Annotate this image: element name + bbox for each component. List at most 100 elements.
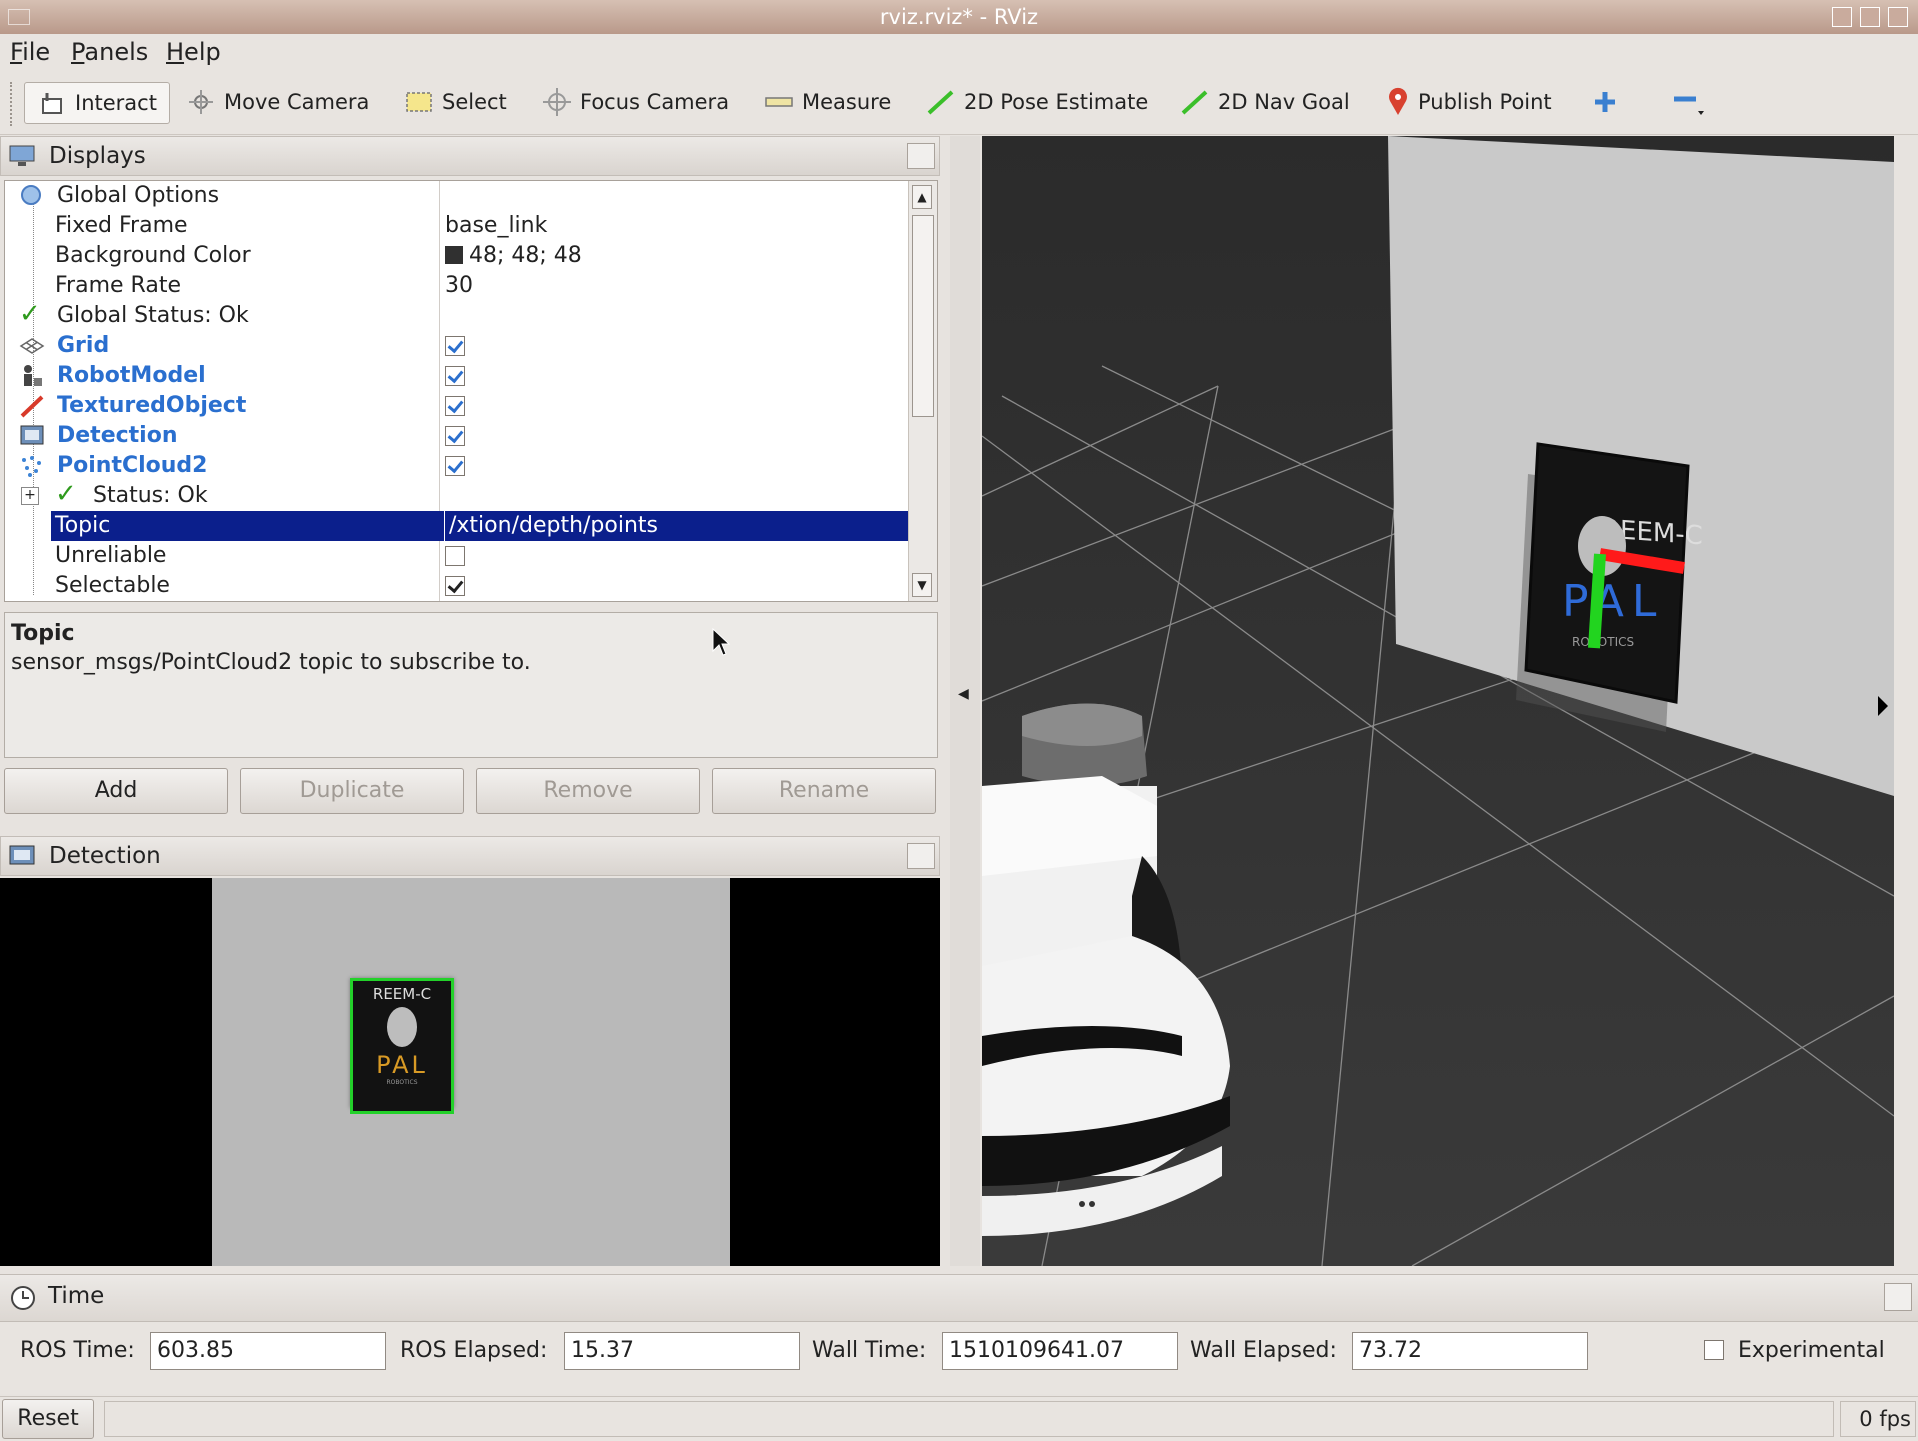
- poster-3d-sub: ROBOTICS: [1572, 635, 1634, 649]
- tree-row-robot-model[interactable]: RobotModel: [5, 361, 905, 391]
- detection-checkbox[interactable]: [445, 426, 465, 446]
- detection-panel-header: Detection: [0, 836, 940, 876]
- image-icon: [20, 425, 44, 445]
- tree-row-status-ok[interactable]: + ✓ Status: Ok: [5, 479, 905, 511]
- green-arrow-icon: [927, 90, 954, 115]
- publish-point-tool[interactable]: Publish Point: [1386, 82, 1552, 122]
- description-text: sensor_msgs/PointCloud2 topic to subscri…: [11, 650, 531, 675]
- pose-estimate-tool[interactable]: 2D Pose Estimate: [926, 82, 1148, 122]
- select-icon: [406, 92, 432, 112]
- reset-button[interactable]: Reset: [2, 1399, 94, 1439]
- focus-camera-tool[interactable]: Focus Camera: [542, 82, 729, 122]
- panel-float-button[interactable]: [1884, 1283, 1912, 1311]
- duplicate-button[interactable]: Duplicate: [240, 768, 464, 814]
- detection-panel-title: Detection: [49, 843, 161, 869]
- displays-tree[interactable]: Global Options Fixed Frame base_link Bac…: [4, 180, 938, 602]
- time-panel: Time ROS Time: 603.85 ROS Elapsed: 15.37…: [0, 1274, 1918, 1394]
- menu-help[interactable]: Help: [166, 38, 221, 66]
- property-description: Topic sensor_msgs/PointCloud2 topic to s…: [4, 612, 938, 758]
- ros-time-field[interactable]: 603.85: [150, 1332, 386, 1370]
- scroll-up-arrow[interactable]: ▲: [912, 185, 932, 209]
- title-bar: rviz.rviz* - RViz: [0, 0, 1918, 34]
- expand-icon[interactable]: +: [21, 487, 39, 505]
- measure-tool[interactable]: Measure: [764, 82, 891, 122]
- app-icon: [8, 9, 30, 25]
- tree-row-global-options[interactable]: Global Options: [5, 181, 905, 211]
- 3d-scene: REEM-C PAL ROBOTICS: [982, 136, 1894, 1266]
- displays-panel-header: Displays: [0, 136, 940, 176]
- toolbar-grip[interactable]: [10, 82, 16, 126]
- image-icon: [9, 845, 35, 865]
- move-camera-tool[interactable]: Move Camera: [186, 82, 369, 122]
- nav-goal-tool[interactable]: 2D Nav Goal: [1180, 82, 1350, 122]
- tree-row-detection[interactable]: Detection: [5, 421, 905, 451]
- ros-elapsed-label: ROS Elapsed:: [400, 1338, 548, 1363]
- rename-button[interactable]: Rename: [712, 768, 936, 814]
- unreliable-checkbox[interactable]: [445, 546, 465, 566]
- grid-checkbox[interactable]: [445, 336, 465, 356]
- mouse-cursor-icon: [712, 627, 731, 656]
- tree-row-global-status[interactable]: ✓ Global Status: Ok: [5, 299, 905, 331]
- robot-face-image: [387, 1007, 417, 1047]
- fps-indicator: 0 fps: [1840, 1401, 1916, 1437]
- background-color-value[interactable]: 48; 48; 48: [445, 241, 582, 271]
- detection-image-view[interactable]: REEM-C PAL ROBOTICS: [0, 878, 940, 1266]
- interact-tool[interactable]: Interact: [24, 82, 170, 124]
- tree-row-unreliable[interactable]: Unreliable: [5, 541, 905, 571]
- add-tool-button[interactable]: [1590, 82, 1620, 122]
- displays-panel-title: Displays: [49, 143, 146, 169]
- camera-image: REEM-C PAL ROBOTICS: [212, 878, 730, 1266]
- tree-row-background-color[interactable]: Background Color 48; 48; 48: [5, 241, 905, 271]
- red-arrow-icon: [20, 395, 44, 418]
- close-button[interactable]: [1888, 7, 1908, 27]
- select-tool[interactable]: Select: [404, 82, 507, 122]
- plus-icon: [1595, 92, 1615, 112]
- description-title: Topic: [11, 621, 75, 646]
- ros-time-label: ROS Time:: [20, 1338, 135, 1363]
- pointcloud2-checkbox[interactable]: [445, 456, 465, 476]
- frame-rate-value[interactable]: 30: [445, 271, 473, 301]
- map-pin-icon: [1389, 87, 1407, 115]
- focus-camera-icon: [543, 88, 571, 116]
- tree-row-frame-rate[interactable]: Frame Rate 30: [5, 271, 905, 301]
- move-camera-icon: [189, 90, 213, 114]
- ros-elapsed-field[interactable]: 15.37: [564, 1332, 800, 1370]
- scroll-down-arrow[interactable]: ▼: [912, 573, 932, 597]
- maximize-button[interactable]: [1860, 7, 1880, 27]
- 3d-render-view[interactable]: REEM-C PAL ROBOTICS: [982, 136, 1894, 1266]
- globe-icon: [21, 185, 41, 205]
- fixed-frame-value[interactable]: base_link: [445, 211, 547, 241]
- tree-row-selectable[interactable]: Selectable: [5, 571, 905, 601]
- scroll-thumb[interactable]: [912, 215, 934, 417]
- topic-value[interactable]: /xtion/depth/points: [445, 511, 913, 541]
- tree-row-textured-object[interactable]: TexturedObject: [5, 391, 905, 421]
- hand-icon: [42, 93, 62, 114]
- tree-scrollbar[interactable]: ▲ ▼: [908, 181, 937, 601]
- panel-float-button[interactable]: [907, 143, 935, 169]
- remove-button[interactable]: Remove: [476, 768, 700, 814]
- robot-model-checkbox[interactable]: [445, 366, 465, 386]
- minimize-button[interactable]: [1832, 7, 1852, 27]
- tree-row-grid[interactable]: Grid: [5, 331, 905, 361]
- selectable-checkbox[interactable]: [445, 576, 465, 596]
- status-message-area: [104, 1401, 1834, 1437]
- pointcloud-icon: [22, 456, 41, 477]
- wall-elapsed-field[interactable]: 73.72: [1352, 1332, 1588, 1370]
- time-panel-header: Time: [0, 1274, 1918, 1322]
- add-button[interactable]: Add: [4, 768, 228, 814]
- menu-file[interactable]: File: [10, 38, 50, 66]
- panel-splitter[interactable]: ◀: [950, 136, 980, 1266]
- tree-row-pointcloud2[interactable]: PointCloud2: [5, 451, 905, 481]
- remove-tool-button[interactable]: [1670, 82, 1704, 122]
- publish-point-label: Publish Point: [1418, 90, 1552, 114]
- wall-time-field[interactable]: 1510109641.07: [942, 1332, 1178, 1370]
- collapse-left-arrow[interactable]: ◀: [958, 686, 969, 702]
- textured-object-checkbox[interactable]: [445, 396, 465, 416]
- menu-panels[interactable]: Panels: [71, 38, 148, 66]
- tree-row-topic[interactable]: Topic /xtion/depth/points: [5, 511, 913, 541]
- measure-label: Measure: [802, 90, 892, 114]
- wall-elapsed-label: Wall Elapsed:: [1190, 1338, 1337, 1363]
- experimental-checkbox[interactable]: [1704, 1340, 1724, 1360]
- tree-row-fixed-frame[interactable]: Fixed Frame base_link: [5, 211, 905, 241]
- panel-float-button[interactable]: [907, 843, 935, 869]
